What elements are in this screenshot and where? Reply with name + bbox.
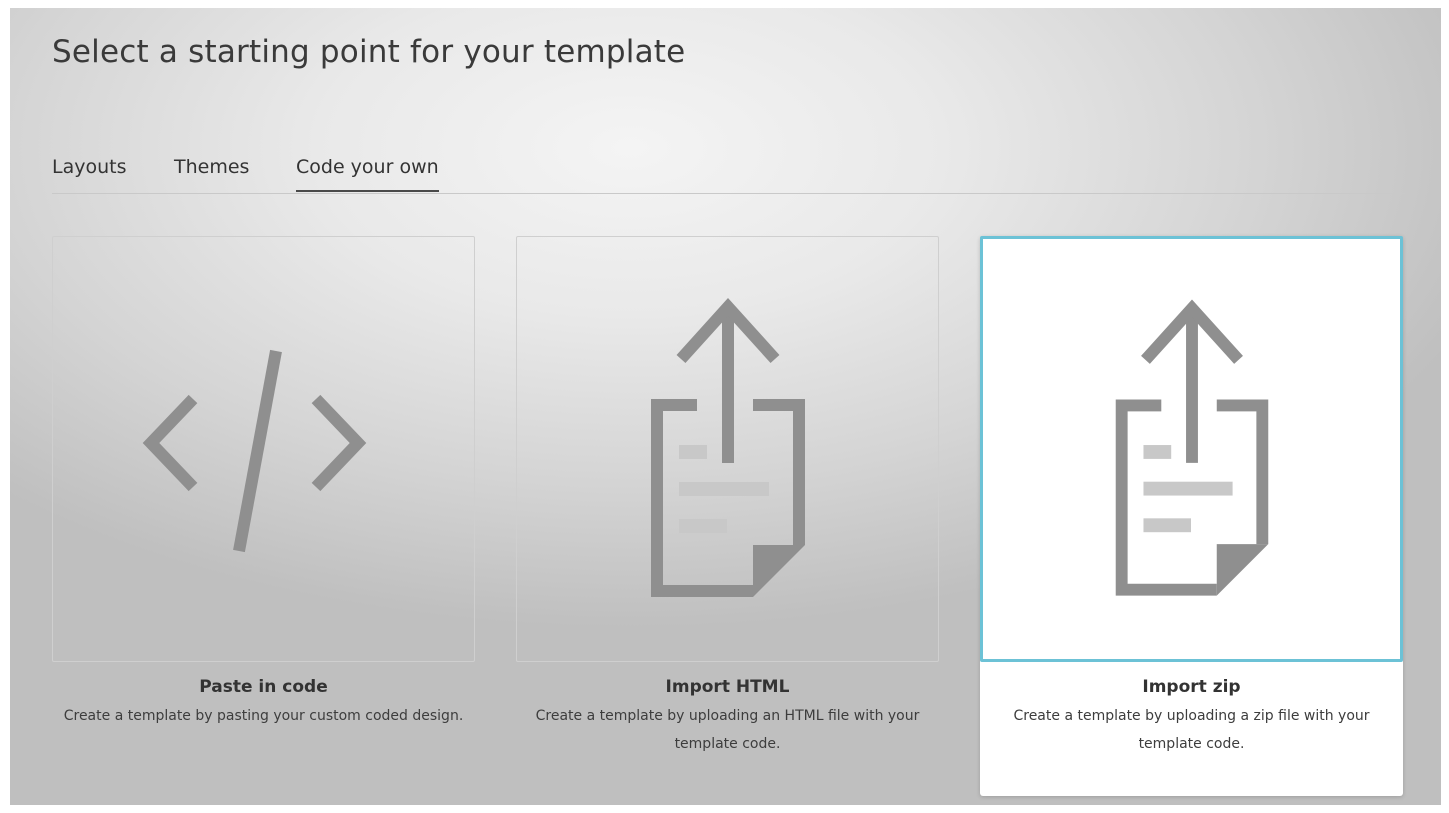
- card-tile[interactable]: [52, 236, 475, 662]
- card-paste-in-code[interactable]: Paste in code Create a template by pasti…: [52, 236, 475, 730]
- page-title: Select a starting point for your templat…: [52, 34, 686, 70]
- upload-file-icon: [651, 298, 805, 597]
- tab-bar: Layouts Themes Code your own: [52, 156, 1405, 194]
- card-import-html[interactable]: Import HTML Create a template by uploadi…: [516, 236, 939, 758]
- card-title: Import zip: [1142, 677, 1241, 697]
- tab-code-your-own[interactable]: Code your own: [296, 156, 439, 192]
- card-import-zip[interactable]: Import zip Create a template by uploadin…: [980, 236, 1403, 796]
- card-tile[interactable]: [516, 236, 939, 662]
- tab-layouts[interactable]: Layouts: [52, 156, 127, 192]
- card-description: Create a template by uploading an HTML f…: [535, 708, 920, 752]
- card-description: Create a template by uploading a zip fil…: [1013, 708, 1370, 752]
- card-tile[interactable]: [980, 236, 1403, 662]
- card-description: Create a template by pasting your custom…: [63, 708, 464, 724]
- template-starting-point-panel: Select a starting point for your templat…: [10, 8, 1441, 805]
- card-title: Paste in code: [199, 677, 328, 697]
- card-title: Import HTML: [665, 677, 790, 697]
- tab-themes[interactable]: Themes: [174, 156, 249, 192]
- code-icon: [142, 349, 367, 553]
- upload-file-icon: [1115, 299, 1269, 596]
